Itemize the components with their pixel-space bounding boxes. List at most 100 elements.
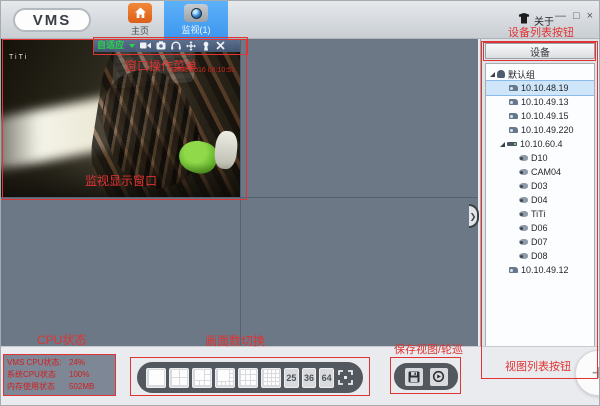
- tree-item-10.10.49.15[interactable]: 10.10.49.15: [486, 109, 594, 123]
- close-button[interactable]: ×: [587, 10, 593, 22]
- title-bar: VMS 主页 监视(1) 关于 — □ ×: [1, 1, 600, 39]
- camera-timestamp-osd: 11-06-2016 08:10:53: [171, 67, 235, 74]
- tree-item-D08[interactable]: D08: [486, 249, 594, 263]
- video-cell-4[interactable]: [241, 198, 478, 346]
- device-panel-header-button[interactable]: 设备: [485, 43, 595, 59]
- add-view-fab[interactable]: +: [575, 350, 600, 396]
- tab-home-label: 主页: [131, 24, 149, 37]
- tree-item-label: 10.10.49.15: [521, 111, 569, 121]
- vms-window: VMS 主页 监视(1) 关于 — □ ×: [0, 0, 600, 406]
- video-cell-2[interactable]: [241, 39, 478, 197]
- layout-6-button[interactable]: [192, 368, 212, 388]
- bottom-bar: VMS CPU状态:24% 系统CPU状态100% 内存使用状态502MB 25…: [1, 346, 600, 406]
- about-button[interactable]: 关于: [518, 11, 554, 29]
- save-view-button[interactable]: [405, 368, 423, 386]
- device-icon: [509, 267, 518, 273]
- group-icon: [497, 70, 505, 78]
- tree-item-label: 10.10.48.19: [521, 83, 569, 93]
- tree-item-CAM04[interactable]: CAM04: [486, 165, 594, 179]
- minimize-button[interactable]: —: [555, 10, 566, 22]
- device-tree: 默认组 10.10.48.19 10.10.49.13 10.10.49.15 10.1…: [485, 63, 595, 377]
- expander-icon[interactable]: [490, 72, 495, 77]
- cpu-row-label: 内存使用状态: [7, 381, 69, 393]
- tree-item-10.10.48.19[interactable]: 10.10.48.19: [486, 81, 594, 95]
- tree-item-label: D07: [531, 237, 548, 247]
- save-toolbar: [394, 363, 458, 390]
- tree-item-label: TiTi: [531, 209, 545, 219]
- layout-25-button[interactable]: 25: [284, 368, 299, 388]
- camera-name-osd: TiTi: [9, 54, 28, 61]
- layout-64-button[interactable]: 64: [319, 368, 334, 388]
- about-label: 关于: [534, 13, 554, 28]
- maximize-button[interactable]: □: [573, 10, 580, 22]
- tree-item-D06[interactable]: D06: [486, 221, 594, 235]
- channel-icon: [519, 239, 528, 245]
- snapshot-icon[interactable]: [156, 41, 166, 50]
- tour-button[interactable]: [430, 368, 448, 386]
- device-icon: [509, 127, 518, 133]
- tree-item-label: D03: [531, 181, 548, 191]
- tree-item-label: D10: [531, 153, 548, 163]
- tab-monitor-label: 监视(1): [182, 23, 211, 36]
- tab-monitor[interactable]: 监视(1): [164, 1, 228, 39]
- chevron-down-icon[interactable]: [129, 44, 135, 48]
- layout-1-button[interactable]: [146, 368, 166, 388]
- layout-8-button[interactable]: [215, 368, 235, 388]
- device-icon: [509, 113, 518, 119]
- layout-9-button[interactable]: [238, 368, 258, 388]
- channel-icon: [519, 253, 528, 259]
- channel-icon: [519, 197, 528, 203]
- tree-item-D07[interactable]: D07: [486, 235, 594, 249]
- nvr-icon: [507, 142, 517, 146]
- pan-icon[interactable]: [186, 41, 196, 51]
- video-cell-1[interactable]: TiTi 11-06-2016 08:10:53 自适应: [1, 39, 240, 197]
- tree-item-label: 10.10.49.220: [521, 125, 574, 135]
- tree-item-D03[interactable]: D03: [486, 179, 594, 193]
- cpu-row-label: VMS CPU状态:: [7, 357, 69, 369]
- app-logo: VMS: [13, 8, 91, 32]
- tree-item-label: 10.10.49.13: [521, 97, 569, 107]
- channel-icon: [519, 183, 528, 189]
- tree-item-label: 10.10.60.4: [520, 139, 563, 149]
- tree-item-D04[interactable]: D04: [486, 193, 594, 207]
- live-video: [1, 39, 240, 197]
- ptz-icon[interactable]: [201, 41, 211, 51]
- channel-icon: [519, 155, 528, 161]
- audio-icon[interactable]: [171, 41, 181, 50]
- channel-icon: [519, 169, 528, 175]
- tree-item-label: CAM04: [531, 167, 561, 177]
- tree-item-label: D06: [531, 223, 548, 233]
- cpu-status-box: VMS CPU状态:24% 系统CPU状态100% 内存使用状态502MB: [3, 354, 116, 396]
- layout-16-button[interactable]: [261, 368, 281, 388]
- tree-item-10.10.49.13[interactable]: 10.10.49.13: [486, 95, 594, 109]
- about-icon: [518, 11, 530, 29]
- tree-item-10.10.49.220[interactable]: 10.10.49.220: [486, 123, 594, 137]
- tree-item-10.10.49.12[interactable]: 10.10.49.12: [486, 263, 594, 277]
- tree-item-10.10.60.4[interactable]: 10.10.60.4: [486, 137, 594, 151]
- fullscreen-button[interactable]: [337, 368, 354, 388]
- tree-item-label: D08: [531, 251, 548, 261]
- cpu-row-value: 24%: [69, 357, 85, 369]
- tree-item-label: 默认组: [508, 68, 535, 81]
- device-icon: [509, 99, 518, 105]
- close-icon[interactable]: [216, 41, 225, 50]
- expander-icon[interactable]: [500, 142, 505, 147]
- cpu-row-value: 502MB: [69, 381, 94, 393]
- scale-mode-dropdown[interactable]: 自适应: [97, 41, 124, 50]
- channel-icon: [519, 211, 528, 217]
- layout-36-button[interactable]: 36: [302, 368, 317, 388]
- tree-item-label: 10.10.49.12: [521, 265, 569, 275]
- tree-item-D10[interactable]: D10: [486, 151, 594, 165]
- cpu-row-label: 系统CPU状态: [7, 369, 69, 381]
- tab-home[interactable]: 主页: [117, 1, 163, 39]
- tree-item-TiTi[interactable]: TiTi: [486, 207, 594, 221]
- layout-4-button[interactable]: [169, 368, 189, 388]
- device-panel: 设备 默认组 10.10.48.19 10.10.49.13 10.10.49.15 1…: [480, 39, 598, 381]
- layout-buttons: [146, 368, 281, 388]
- tree-item-默认组[interactable]: 默认组: [486, 67, 594, 81]
- record-icon[interactable]: [140, 41, 151, 50]
- home-icon: [128, 3, 152, 23]
- monitor-tab-icon: [184, 4, 208, 22]
- layout-toolbar: 25 36 64: [137, 362, 363, 393]
- video-cell-3[interactable]: [1, 198, 240, 346]
